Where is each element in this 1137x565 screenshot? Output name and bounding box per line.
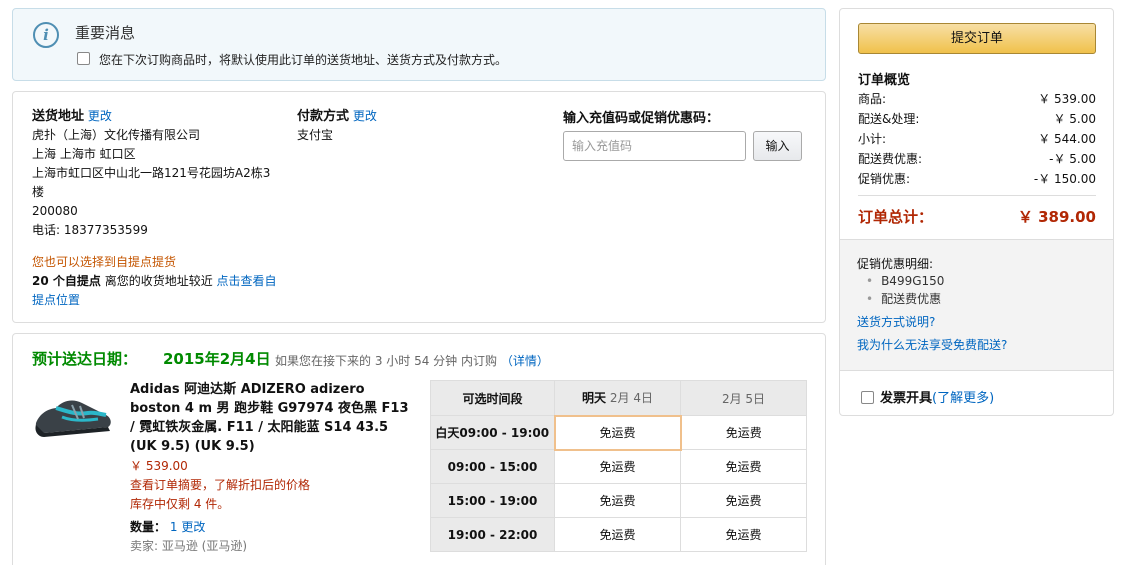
invoice-learn-more-link[interactable]: (了解更多) <box>932 391 994 406</box>
payment-section: 付款方式 更改 支付宝 <box>297 107 377 145</box>
slot-header: 可选时间段 <box>430 380 555 416</box>
slot-option[interactable]: 免运费 <box>554 517 681 552</box>
coupon-heading: 输入充值码或促销优惠码： <box>563 111 720 126</box>
slot-option[interactable]: 免运费 <box>680 449 807 484</box>
address-street: 上海市虹口区中山北一路121号花园坊A2栋3楼 <box>32 166 271 199</box>
summary-row: 商品: ￥ 539.00 <box>858 92 1096 106</box>
slot-option[interactable]: 免运费 <box>554 449 681 484</box>
delivery-date: 2015年2月4日 <box>163 350 271 368</box>
qty-value: 1 <box>169 520 178 534</box>
payment-method: 支付宝 <box>297 128 334 142</box>
slot-option-selected[interactable]: 免运费 <box>553 414 682 451</box>
place-order-button[interactable]: 提交订单 <box>858 23 1096 54</box>
product-price: ￥ 539.00 <box>130 459 188 473</box>
free-shipping-link[interactable]: 我为什么无法享受免费配送? <box>857 336 1007 353</box>
invoice-checkbox[interactable] <box>861 391 874 404</box>
order-total: 订单总计： ￥ 389.00 <box>858 195 1096 227</box>
product-info: Adidas 阿迪达斯 ADIZERO adizero boston 4 m 男… <box>130 380 410 556</box>
address-region: 上海 上海市 虹口区 <box>32 147 136 161</box>
default-settings-checkbox[interactable] <box>77 52 90 65</box>
slot-option[interactable]: 免运费 <box>680 483 807 518</box>
seller-info: 卖家: 亚马逊 (亚马逊) <box>130 539 248 553</box>
promo-title: 促销优惠明细: <box>857 257 934 271</box>
pickup-count: 20 个自提点 <box>32 274 101 288</box>
stock-note: 库存中仅剩 4 件。 <box>130 497 230 511</box>
payment-heading: 付款方式 <box>297 109 350 124</box>
slot-option[interactable]: 免运费 <box>554 483 681 518</box>
promo-item: B499G150 <box>866 272 944 290</box>
slot-time: 09:00 - 15:00 <box>430 449 555 484</box>
shipping-info-link[interactable]: 送货方式说明? <box>857 313 935 330</box>
slot-day-tomorrow: 明天 2月 4日 <box>554 380 681 416</box>
promo-item: 配送费优惠 <box>866 290 944 308</box>
address-company: 虎扑（上海）文化传播有限公司 <box>32 128 201 142</box>
slot-time: 19:00 - 22:00 <box>430 517 555 552</box>
delivery-details-link[interactable]: （详情） <box>501 354 549 368</box>
coupon-apply-button[interactable]: 输入 <box>753 131 802 161</box>
pickup-text: 离您的收货地址较近 <box>100 274 217 288</box>
change-address-link[interactable]: 更改 <box>88 109 112 123</box>
address-zip: 200080 <box>32 204 78 218</box>
delivery-slot-table: 可选时间段 明天 2月 4日 2月 5日 白天09:00 - 19:00 免运费… <box>430 380 807 552</box>
qty-label: 数量： <box>130 520 167 534</box>
slot-time: 15:00 - 19:00 <box>430 483 555 518</box>
pickup-note: 您也可以选择到自提点提货 <box>32 255 177 269</box>
summary-row: 小计: ￥ 544.00 <box>858 132 1096 146</box>
slot-time: 白天09:00 - 19:00 <box>430 415 555 450</box>
order-summary-note: 查看订单摘要，了解折扣后的价格 <box>130 478 311 492</box>
slot-option[interactable]: 免运费 <box>680 517 807 552</box>
order-total-value: ￥ 389.00 <box>1017 208 1096 226</box>
summary-title: 订单概览 <box>858 73 911 88</box>
address-payment-box: 送货地址 更改 虎扑（上海）文化传播有限公司 上海 上海市 虹口区 上海市虹口区… <box>12 91 826 323</box>
address-phone: 电话: 18377353599 <box>32 223 148 237</box>
info-icon: i <box>33 22 59 48</box>
coupon-section: 输入充值码或促销优惠码： 输入充值码 输入 <box>563 107 802 161</box>
slot-option[interactable]: 免运费 <box>680 415 807 450</box>
coupon-input[interactable]: 输入充值码 <box>563 131 746 161</box>
product-image[interactable] <box>32 389 114 441</box>
slot-day-feb5: 2月 5日 <box>680 380 807 416</box>
change-payment-link[interactable]: 更改 <box>353 109 377 123</box>
delivery-title: 预计送达日期： <box>32 350 138 368</box>
order-total-label: 订单总计： <box>858 208 934 226</box>
invoice-label[interactable]: 发票开具 <box>880 391 932 406</box>
summary-rows: 商品: ￥ 539.00 配送&处理: ￥ 5.00 小计: ￥ 544.00 配送费… <box>858 90 1096 190</box>
notice-title: 重要消息 <box>75 24 136 42</box>
default-settings-label[interactable]: 您在下次订购商品时，将默认使用此订单的送货地址、送货方式及付款方式。 <box>99 51 507 68</box>
delivery-note: 如果您在接下来的 3 小时 54 分钟 内订购 （详情） <box>275 354 549 368</box>
promo-details: 促销优惠明细: B499G150 配送费优惠 送货方式说明? 我为什么无法享受免… <box>840 239 1113 371</box>
delivery-box: 预计送达日期： 2015年2月4日 如果您在接下来的 3 小时 54 分钟 内订… <box>12 333 826 565</box>
shipping-address-section: 送货地址 更改 虎扑（上海）文化传播有限公司 上海 上海市 虹口区 上海市虹口区… <box>32 107 282 310</box>
summary-row: 配送&处理: ￥ 5.00 <box>858 112 1096 126</box>
notice-box: i 重要消息 您在下次订购商品时，将默认使用此订单的送货地址、送货方式及付款方式… <box>12 8 826 81</box>
shipping-address-heading: 送货地址 <box>32 109 85 124</box>
summary-row: 配送费优惠: -￥ 5.00 <box>858 152 1096 166</box>
qty-change-link[interactable]: 更改 <box>181 520 205 534</box>
summary-row: 促销优惠: -￥ 150.00 <box>858 172 1096 186</box>
invoice-option: 发票开具(了解更多) <box>861 387 994 406</box>
product-name[interactable]: Adidas 阿迪达斯 ADIZERO adizero boston 4 m 男… <box>130 382 409 454</box>
order-summary-box: 提交订单 订单概览 商品: ￥ 539.00 配送&处理: ￥ 5.00 小计: ￥ … <box>839 8 1114 416</box>
